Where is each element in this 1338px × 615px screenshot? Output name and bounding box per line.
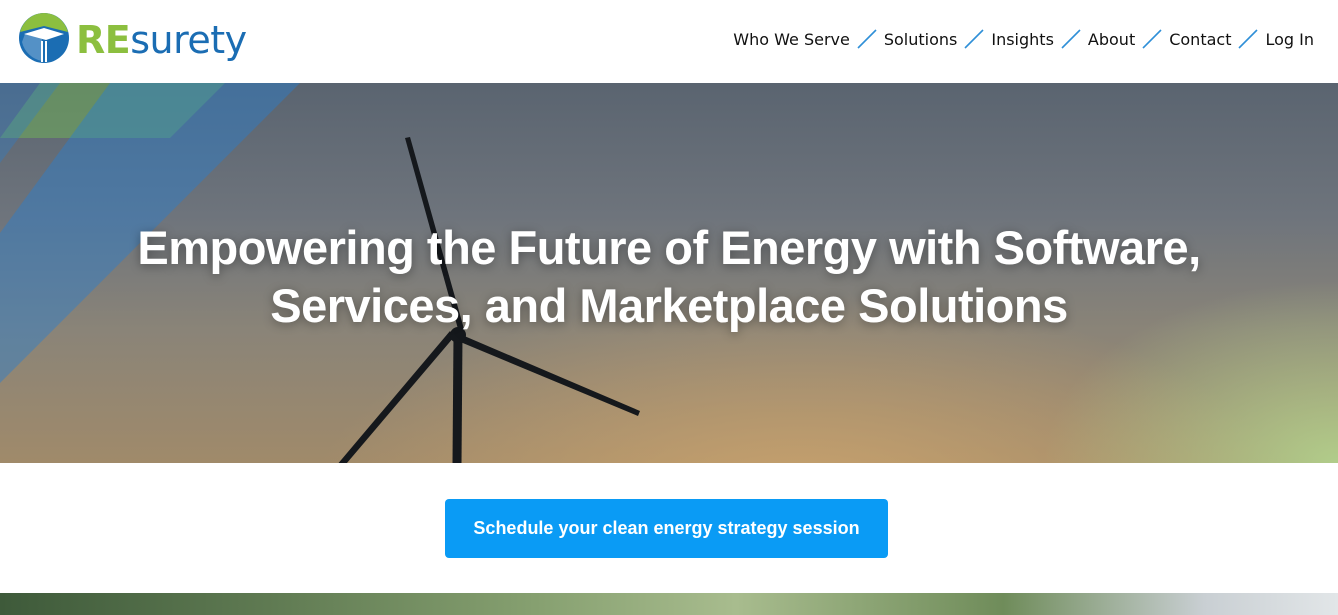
schedule-session-button[interactable]: Schedule your clean energy strategy sess… <box>445 499 888 558</box>
logo-text-surety: surety <box>130 18 247 62</box>
logo-wordmark: REsurety <box>76 20 247 60</box>
nav-slash-icon <box>964 29 984 49</box>
nav-slash-icon <box>1061 29 1081 49</box>
logo-mark-icon <box>19 13 69 63</box>
site-header: REsurety Who We Serve Solutions Insights… <box>0 0 1338 83</box>
forest-landscape-image <box>0 593 1338 615</box>
logo-text-re: RE <box>76 18 131 62</box>
nav-who-we-serve[interactable]: Who We Serve <box>733 30 850 49</box>
nav-contact[interactable]: Contact <box>1169 30 1231 49</box>
hero-headline-line1: Empowering the Future of Energy with Sof… <box>137 221 1201 274</box>
nav-slash-icon <box>1142 29 1162 49</box>
hero-headline: Empowering the Future of Energy with Sof… <box>0 219 1338 335</box>
nav-log-in[interactable]: Log In <box>1265 30 1314 49</box>
hero-banner: Empowering the Future of Energy with Sof… <box>0 83 1338 463</box>
main-nav: Who We Serve Solutions Insights About Co… <box>733 28 1314 50</box>
nav-insights[interactable]: Insights <box>991 30 1054 49</box>
hero-headline-line2: Services, and Marketplace Solutions <box>270 279 1068 332</box>
nav-slash-icon <box>857 29 877 49</box>
nav-solutions[interactable]: Solutions <box>884 30 958 49</box>
nav-slash-icon <box>1238 29 1259 49</box>
resurety-logo[interactable]: REsurety <box>18 12 247 66</box>
nav-about[interactable]: About <box>1088 30 1135 49</box>
